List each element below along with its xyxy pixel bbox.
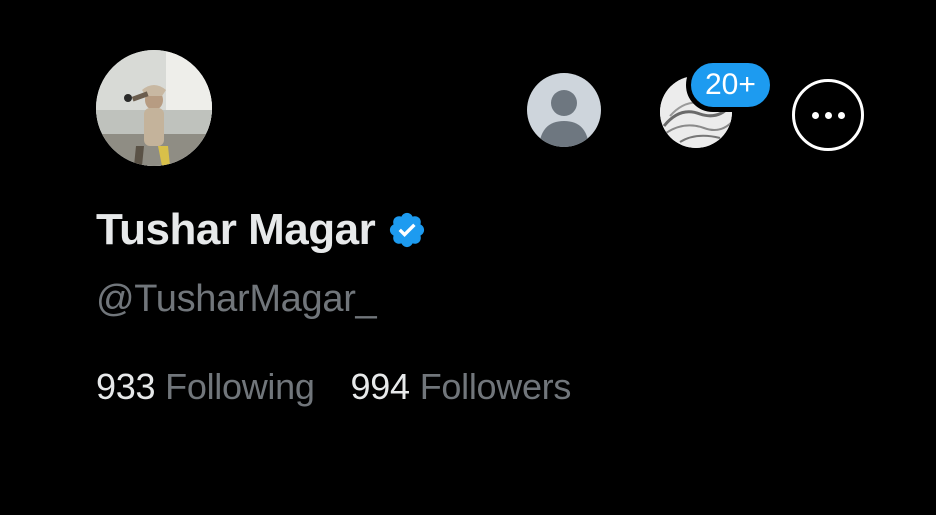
ellipsis-dot <box>837 111 845 119</box>
profile-name-row: Tushar Magar <box>96 200 427 260</box>
more-options-button[interactable] <box>792 79 864 151</box>
ellipsis-dot <box>824 111 832 119</box>
followers-label: Followers <box>419 366 572 407</box>
avatar-photo <box>96 50 212 166</box>
followers-link[interactable]: 994 Followers <box>351 366 572 408</box>
profile-handle: @TusharMagar_ <box>96 278 377 320</box>
verified-badge-icon[interactable] <box>387 210 427 250</box>
following-label: Following <box>165 366 315 407</box>
ellipsis-icon <box>811 111 819 119</box>
following-count: 933 <box>96 366 156 407</box>
followers-count: 994 <box>350 366 410 407</box>
profile-avatar[interactable] <box>96 50 212 166</box>
notification-badge: 20+ <box>686 58 775 112</box>
account-switcher-default-avatar[interactable] <box>527 73 601 147</box>
profile-stats: 933 Following 994 Followers <box>96 366 571 408</box>
default-user-icon <box>539 90 589 147</box>
following-link[interactable]: 933 Following <box>96 366 315 408</box>
display-name: Tushar Magar <box>96 205 376 254</box>
